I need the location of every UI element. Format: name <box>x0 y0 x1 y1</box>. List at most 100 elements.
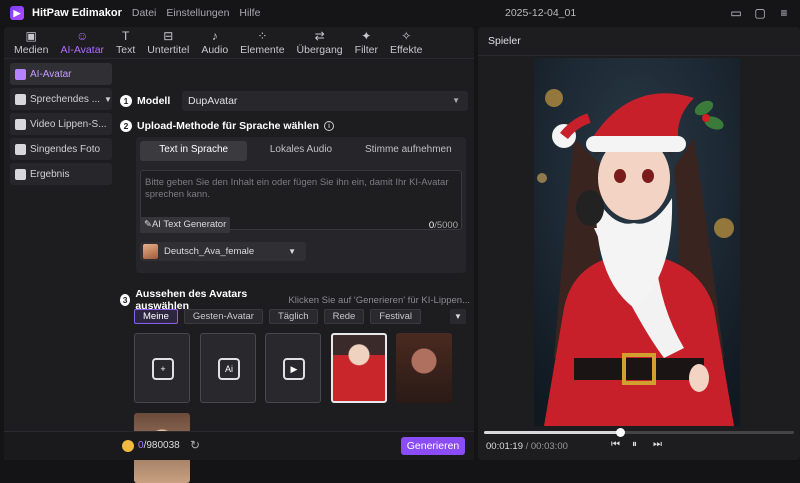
tool-untertitel[interactable]: ⊟ Untertitel <box>141 27 195 59</box>
upload-photo-tile[interactable]: + <box>134 333 190 403</box>
bottom-bar: 0/980038 ↻ Generieren <box>4 431 474 460</box>
model-value: DupAvatar <box>188 95 238 107</box>
image-icon <box>15 143 26 155</box>
progress-fill <box>484 431 621 434</box>
sidebar-item-label: AI-Avatar <box>30 68 72 80</box>
subtitle-icon: ⊟ <box>163 29 174 43</box>
filter-taeglich[interactable]: Täglich <box>268 309 318 324</box>
sidebar-item-ai-avatar[interactable]: AI-Avatar <box>10 63 112 85</box>
video-avatar-tile[interactable]: ▶ <box>265 333 321 403</box>
title-bar: ▶ HitPaw Edimakor Datei Einstellungen Hi… <box>0 0 800 26</box>
transition-icon: ⇄ <box>314 29 325 43</box>
char-count-max: /5000 <box>434 220 458 231</box>
tool-text[interactable]: T Text <box>110 27 141 59</box>
tool-filter[interactable]: ✦ Filter <box>349 27 384 59</box>
total-time: / 00:03:00 <box>525 441 568 452</box>
tool-label: Untertitel <box>147 44 190 56</box>
expand-filters-button[interactable]: ▼ <box>450 309 466 324</box>
chevron-down-icon: ▼ <box>454 312 462 321</box>
generate-button[interactable]: Generieren <box>401 437 465 455</box>
step-title: Upload-Methode für Sprache wählen <box>137 120 320 132</box>
player-panel: Spieler 00:01:19 / 00:03:00 ⏮ ⏸ ⏭ <box>478 27 800 460</box>
media-icon: ▣ <box>25 29 37 43</box>
char-count: 0/5000 <box>429 220 458 231</box>
video-preview[interactable] <box>534 58 740 426</box>
menu-einstellungen[interactable]: Einstellungen <box>166 7 229 19</box>
tool-audio[interactable]: ♪ Audio <box>195 27 234 59</box>
sidebar-item-label: Ergebnis <box>30 168 70 180</box>
playback-progress[interactable] <box>484 428 794 437</box>
sidebar: AI-Avatar Sprechendes ... ▼ Video Lippen-… <box>10 63 112 188</box>
menu-icon[interactable]: ≡ <box>776 5 792 21</box>
left-panel: ▣ Medien ☺ AI-Avatar T Text ⊟ Untertitel ♪ Au… <box>4 27 474 483</box>
coin-icon <box>122 440 134 452</box>
skip-back-icon[interactable]: ⏮ <box>611 439 620 450</box>
step-number: 1 <box>120 95 132 107</box>
filter-festival[interactable]: Festival <box>370 309 422 324</box>
santa-girl-illustration <box>534 58 740 426</box>
step-title: Modell <box>137 95 171 107</box>
video-play-icon: ▶ <box>283 358 305 380</box>
filter-rede[interactable]: Rede <box>323 309 365 324</box>
tool-label: Übergang <box>296 44 343 56</box>
main-toolbar: ▣ Medien ☺ AI-Avatar T Text ⊟ Untertitel ♪ Au… <box>4 27 474 59</box>
filter-meine[interactable]: Meine <box>134 309 178 324</box>
sidebar-item-singendes-foto[interactable]: Singendes Foto <box>10 138 112 160</box>
player-title: Spieler <box>488 35 521 47</box>
ai-text-generator-button[interactable]: ✎AI Text Generator <box>140 217 231 233</box>
filter-icon: ✦ <box>361 29 372 43</box>
voice-value: Deutsch_Ava_female <box>164 246 255 257</box>
menu-datei[interactable]: Datei <box>132 7 157 19</box>
ai-avatar-create-tile[interactable]: Ai <box>200 333 256 403</box>
magic-icon: ✎ <box>144 219 152 230</box>
step-hint: Klicken Sie auf 'Generieren' für KI-Lipp… <box>288 294 470 306</box>
layout-icon[interactable]: ▭ <box>728 5 744 21</box>
tool-uebergang[interactable]: ⇄ Übergang <box>291 27 349 59</box>
elements-icon: ⁘ <box>257 29 268 43</box>
skip-forward-icon[interactable]: ⏭ <box>653 439 662 450</box>
folder-icon <box>15 168 26 180</box>
refresh-icon[interactable]: ↻ <box>190 438 200 452</box>
tool-label: Audio <box>201 44 229 56</box>
sidebar-item-video-lippen[interactable]: Video Lippen-S... <box>10 113 112 135</box>
avatar-zombie-girl[interactable] <box>396 333 452 403</box>
button-label: AI Text Generator <box>151 219 227 230</box>
tool-effekte[interactable]: ✧ Effekte <box>384 27 429 59</box>
tab-lokales-audio[interactable]: Lokales Audio <box>247 141 354 161</box>
model-select[interactable]: DupAvatar ▼ <box>182 91 468 111</box>
tool-label: AI-Avatar <box>60 44 105 56</box>
step-upload: 2 Upload-Methode für Sprache wählen i <box>120 120 335 132</box>
chevron-down-icon: ▼ <box>104 94 112 104</box>
avatar-filters: Meine Gesten-Avatar Täglich Rede Festiva… <box>134 309 422 324</box>
sidebar-item-ergebnis[interactable]: Ergebnis <box>10 163 112 185</box>
tab-stimme-aufnehmen[interactable]: Stimme aufnehmen <box>355 141 462 161</box>
chevron-down-icon: ▼ <box>288 247 296 256</box>
feedback-icon[interactable]: ▢ <box>752 5 768 21</box>
tool-elemente[interactable]: ⁘ Elemente <box>234 27 290 59</box>
sidebar-item-sprechendes[interactable]: Sprechendes ... ▼ <box>10 88 112 110</box>
avatar-content: 1 Modell DupAvatar ▼ 2 Upload-Methode fü… <box>120 63 470 483</box>
text-icon: T <box>121 29 130 43</box>
time-display: 00:01:19 / 00:03:00 <box>486 441 568 452</box>
step-number: 3 <box>120 294 131 306</box>
progress-knob[interactable] <box>616 428 626 437</box>
photo-icon <box>15 93 26 105</box>
tab-text-in-sprache[interactable]: Text in Sprache <box>140 141 248 161</box>
pause-icon[interactable]: ⏸ <box>632 439 637 450</box>
info-icon[interactable]: i <box>324 121 335 131</box>
credits: 0/980038 <box>138 440 180 451</box>
step-modell: 1 Modell <box>120 95 170 107</box>
upload-box: Text in Sprache Lokales Audio Stimme auf… <box>136 137 466 273</box>
filter-gesten-avatar[interactable]: Gesten-Avatar <box>183 309 263 324</box>
voice-select[interactable]: Deutsch_Ava_female ▼ <box>140 242 306 261</box>
menu-hilfe[interactable]: Hilfe <box>239 7 260 19</box>
avatar-icon <box>15 68 26 80</box>
tool-ai-avatar[interactable]: ☺ AI-Avatar <box>54 27 110 59</box>
sidebar-item-label: Sprechendes ... <box>30 93 101 105</box>
tool-medien[interactable]: ▣ Medien <box>8 27 54 59</box>
credits-total: /980038 <box>143 440 180 451</box>
avatar-santa-girl[interactable] <box>331 333 387 403</box>
current-time: 00:01:19 <box>486 441 523 452</box>
step-number: 2 <box>120 120 132 132</box>
tool-label: Effekte <box>390 44 423 56</box>
